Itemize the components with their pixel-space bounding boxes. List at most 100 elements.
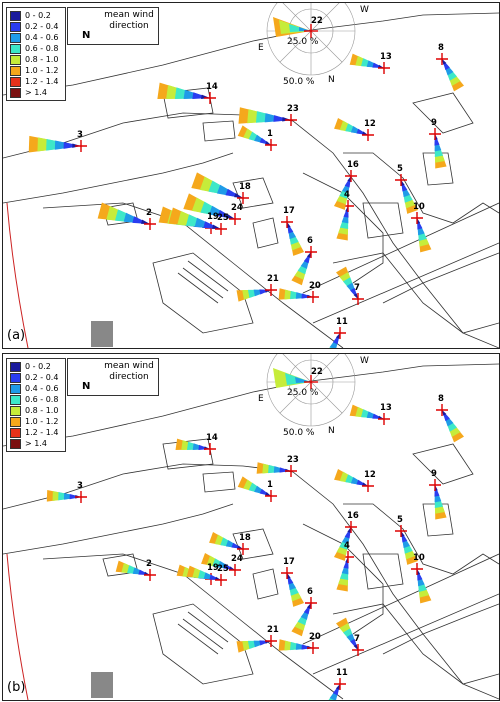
station-marker (411, 212, 423, 224)
legend-item: 0.2 - 0.4 (10, 372, 62, 383)
station-label: 4 (344, 541, 350, 551)
legend-item: 1.0 - 1.2 (10, 416, 62, 427)
legend-swatch (10, 65, 21, 76)
station-label: 2 (146, 208, 152, 218)
legend-swatch (10, 394, 21, 405)
legend-label: 1.0 - 1.2 (25, 66, 59, 75)
legend-item: 1.2 - 1.4 (10, 427, 62, 438)
legend-item: 1.0 - 1.2 (10, 65, 62, 76)
rose-ring-25: 25.0 % (287, 37, 319, 47)
rose-ring-50: 50.0 % (283, 428, 315, 438)
station-label: 8 (438, 394, 444, 404)
rose-ring-50: 50.0 % (283, 77, 315, 87)
station-label: 6 (307, 587, 313, 597)
station-label: 9 (431, 118, 437, 128)
station-marker (352, 644, 364, 656)
station-marker (378, 62, 390, 74)
rose-north: N (328, 426, 335, 436)
legend-item: > 1.4 (10, 438, 62, 449)
legend-swatch (10, 10, 21, 21)
station-label: 21 (267, 274, 279, 284)
station-label: 1 (267, 480, 273, 490)
station-label: 16 (347, 511, 359, 521)
station-label: 11 (336, 317, 348, 327)
station-label: 18 (239, 182, 251, 192)
station-label: 9 (431, 469, 437, 479)
station-marker (411, 563, 423, 575)
station-marker (334, 678, 346, 690)
station-label: 3 (77, 130, 83, 140)
station-label: 10 (413, 202, 425, 212)
legend-swatch (10, 32, 21, 43)
station-label: 21 (267, 625, 279, 635)
panel-b: 0 - 0.2 0.2 - 0.4 0.4 - 0.6 0.6 - 0.8 0.… (2, 353, 500, 701)
station-label: 24 (231, 554, 243, 564)
plume-wedge (234, 192, 243, 198)
legend-swatch (10, 21, 21, 32)
station-marker (229, 213, 241, 225)
station-marker (429, 479, 441, 491)
station-label: 20 (309, 281, 321, 291)
station-label: 7 (354, 283, 360, 293)
station-marker (144, 569, 156, 581)
legend-item: 0.8 - 1.0 (10, 405, 62, 416)
station-marker (362, 480, 374, 492)
north-label: N (82, 30, 91, 41)
station-label: 22 (311, 367, 323, 377)
station-plumes-b (46, 404, 464, 700)
panel-label-a: (a) (7, 328, 26, 343)
panel-a: 0 - 0.2 0.2 - 0.4 0.4 - 0.6 0.6 - 0.8 0.… (2, 2, 500, 349)
legend-label: 1.0 - 1.2 (25, 417, 59, 426)
station-label: 6 (307, 236, 313, 246)
station-label: 23 (287, 455, 299, 465)
rose-ring-25: 25.0 % (287, 388, 319, 398)
legend-label: 0 - 0.2 (25, 362, 51, 371)
legend-item: > 1.4 (10, 87, 62, 98)
legend-swatch (10, 383, 21, 394)
station-label: 25 (217, 213, 229, 223)
station-marker (307, 291, 319, 303)
station-label: 22 (311, 16, 323, 26)
station-marker (305, 246, 317, 258)
station-label: 1 (267, 129, 273, 139)
station-marker (204, 92, 216, 104)
station-marker (352, 293, 364, 305)
station-label: 16 (347, 160, 359, 170)
legend-b: 0 - 0.2 0.2 - 0.4 0.4 - 0.6 0.6 - 0.8 0.… (6, 358, 66, 452)
station-label: 2 (146, 559, 152, 569)
station-label: 12 (364, 470, 376, 480)
map-b (3, 354, 499, 700)
station-marker (215, 574, 227, 586)
rose-east: E (258, 43, 264, 53)
station-marker (436, 404, 448, 416)
station-label: 5 (397, 164, 403, 174)
station-label: 17 (283, 557, 295, 567)
station-marker (265, 284, 277, 296)
station-label: 8 (438, 43, 444, 53)
station-marker (75, 491, 87, 503)
legend-item: 0.2 - 0.4 (10, 21, 62, 32)
station-marker (265, 490, 277, 502)
legend-swatch (10, 427, 21, 438)
legend-label: 0.8 - 1.0 (25, 406, 59, 415)
station-label: 12 (364, 119, 376, 129)
legend-swatch (10, 372, 21, 383)
legend-item: 0.8 - 1.0 (10, 54, 62, 65)
station-marker (436, 53, 448, 65)
legend-swatch (10, 438, 21, 449)
station-marker (229, 564, 241, 576)
station-label: 24 (231, 203, 243, 213)
wind-direction-box-b: N mean wind direction (67, 358, 159, 396)
station-label: 18 (239, 533, 251, 543)
station-marker (362, 129, 374, 141)
station-marker (395, 525, 407, 537)
station-label: 17 (283, 206, 295, 216)
station-label: 3 (77, 481, 83, 491)
legend-item: 0 - 0.2 (10, 10, 62, 21)
legend-label: 0.4 - 0.6 (25, 33, 59, 42)
station-label: 25 (217, 564, 229, 574)
legend-label: 0.2 - 0.4 (25, 373, 59, 382)
panel-label-b: (b) (7, 680, 26, 695)
station-marker (395, 174, 407, 186)
legend-item: 0.4 - 0.6 (10, 32, 62, 43)
